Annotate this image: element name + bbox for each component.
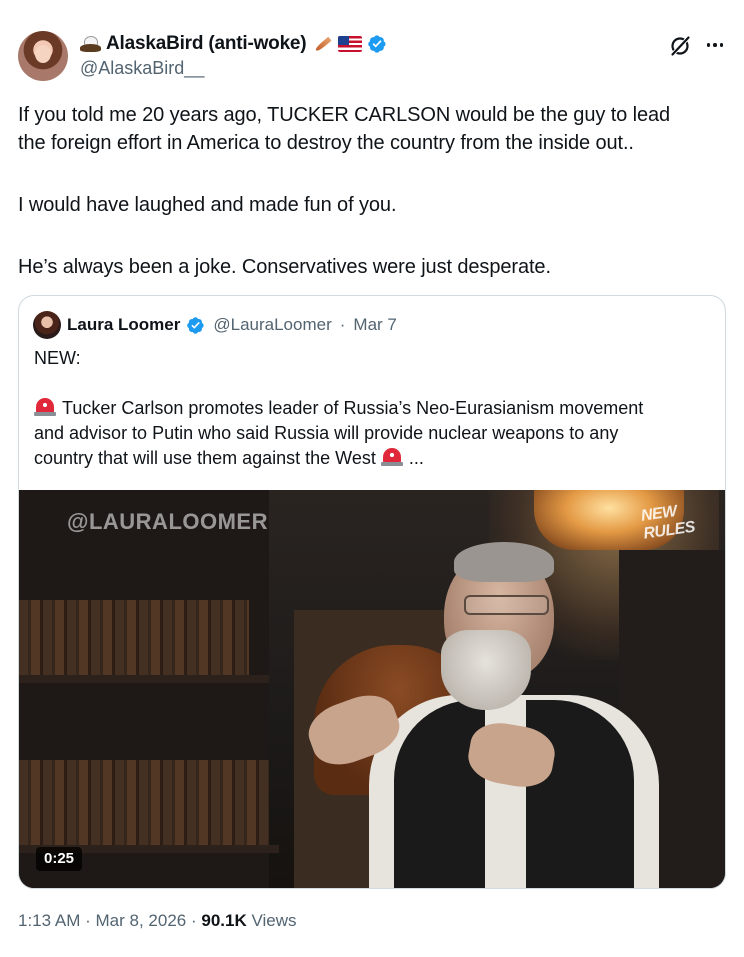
video-watermark: @LAURALOOMER — [67, 509, 268, 534]
quoted-author-avatar[interactable] — [33, 311, 61, 339]
tweet-paragraph: If you told me 20 years ago, TUCKER CARL… — [18, 104, 671, 154]
bookshelf — [19, 600, 249, 675]
tweet: AlaskaBird (anti-woke) @AlaskaBird__ If … — [0, 0, 744, 957]
tweet-date[interactable]: Mar 8, 2026 — [96, 911, 187, 930]
quoted-tweet-text: NEW: Tucker Carlson promotes leader of R… — [34, 346, 714, 471]
author-display-name[interactable]: AlaskaBird (anti-woke) — [106, 33, 307, 55]
tweet-time[interactable]: 1:13 AM — [18, 911, 80, 930]
verified-badge-icon — [187, 316, 204, 334]
quoted-separator: · — [339, 315, 346, 334]
meta-separator: · — [190, 911, 197, 930]
quoted-ellipsis: ... — [408, 448, 424, 468]
author-handle[interactable]: @AlaskaBird__ — [80, 58, 204, 79]
quoted-tweet[interactable]: Laura Loomer @LauraLoomer · Mar 7 NEW: T… — [18, 295, 726, 889]
quoted-author-name[interactable]: Laura Loomer — [67, 315, 180, 335]
video-subject — [301, 542, 679, 888]
us-flag-icon — [338, 36, 363, 52]
video-player[interactable]: @LAURALOOMER NEW RULES 0:25 — [19, 490, 725, 888]
tweet-text: If you told me 20 years ago, TUCKER CARL… — [18, 101, 730, 281]
tweet-paragraph: I would have laughed and made fun of you… — [18, 194, 397, 216]
eagle-icon — [80, 35, 101, 53]
quoted-tweet-header: Laura Loomer @LauraLoomer · Mar 7 — [33, 311, 397, 339]
tweet-paragraph: He’s always been a joke. Conservatives w… — [18, 256, 551, 278]
author-avatar[interactable] — [18, 31, 68, 81]
author-name-row[interactable]: AlaskaBird (anti-woke) — [80, 33, 387, 55]
grok-icon[interactable] — [668, 34, 692, 58]
video-duration: 0:25 — [36, 847, 83, 871]
siren-icon — [380, 447, 403, 467]
verified-badge-icon[interactable] — [367, 34, 387, 54]
feather-icon — [311, 35, 333, 53]
quoted-body: Tucker Carlson promotes leader of Russia… — [34, 396, 714, 471]
quoted-body-text: Tucker Carlson promotes leader of Russia… — [34, 398, 644, 468]
tweet-meta: 1:13 AM · Mar 8, 2026 · 90.1K Views — [18, 911, 297, 931]
siren-icon — [34, 397, 56, 417]
views-count[interactable]: 90.1K — [201, 911, 246, 930]
quoted-line-new: NEW: — [34, 348, 81, 368]
more-options-icon[interactable] — [703, 33, 727, 57]
quoted-author-handle[interactable]: @LauraLoomer — [213, 315, 331, 335]
meta-separator: · — [85, 911, 91, 930]
quoted-date[interactable]: Mar 7 — [353, 315, 396, 335]
views-label: Views — [251, 911, 297, 930]
bookshelf — [19, 760, 269, 845]
